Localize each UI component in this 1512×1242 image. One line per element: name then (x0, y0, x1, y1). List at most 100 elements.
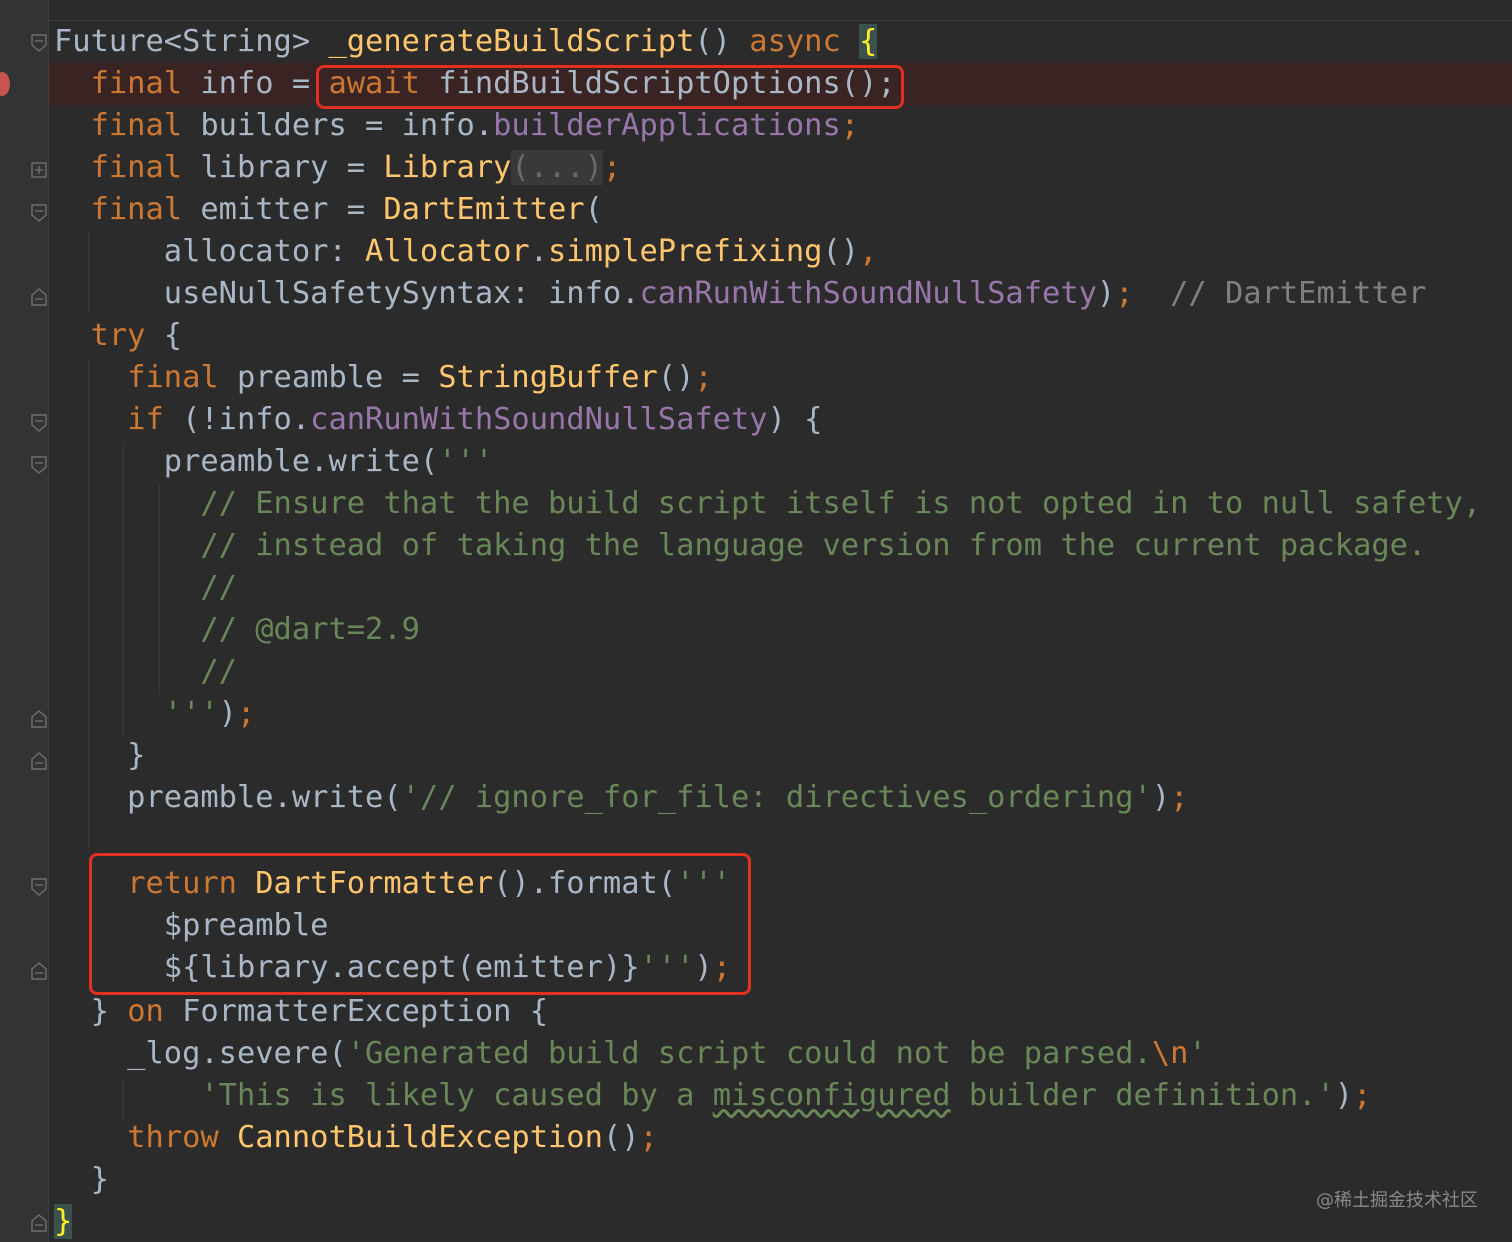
code-token: throw (127, 1120, 219, 1155)
code-token: ; (602, 150, 622, 185)
fold-open-icon[interactable] (31, 414, 47, 432)
code-line[interactable]: final emitter = DartEmitter( (54, 190, 603, 230)
code-token: ) (1151, 780, 1171, 815)
editor-top-strip (0, 0, 1512, 21)
code-token: try (90, 318, 146, 353)
code-token: builderApplications (493, 108, 841, 143)
fold-open-icon[interactable] (31, 456, 47, 474)
code-token: () (694, 24, 750, 59)
spelling-warning[interactable]: misconfigured (713, 1078, 951, 1113)
code-string: // @dart=2.9 (54, 612, 420, 647)
code-line[interactable]: '''); (54, 694, 255, 734)
fold-close-icon[interactable] (31, 752, 47, 770)
code-string: ''' (438, 444, 494, 479)
code-token: builders = info. (182, 108, 494, 143)
code-line[interactable]: try { (54, 316, 182, 356)
code-token: { (145, 318, 183, 353)
code-token: canRunWithSoundNullSafety (639, 276, 1097, 311)
code-line[interactable]: preamble.write(''' (54, 442, 493, 482)
code-token: library = (182, 150, 384, 185)
code-line[interactable]: 'This is likely caused by a misconfigure… (54, 1076, 1371, 1116)
code-token: } (54, 1162, 109, 1197)
code-token: } (54, 738, 146, 773)
annotation-box (316, 65, 904, 109)
code-token: ; (1170, 780, 1189, 815)
code-editor[interactable]: Future<String> _generateBuildScript() as… (0, 0, 1512, 1242)
code-line[interactable]: final builders = info.builderApplication… (54, 106, 859, 146)
editor-gutter[interactable] (0, 0, 48, 1242)
code-token: } (54, 994, 128, 1029)
code-token: useNullSafetySyntax: info. (54, 276, 640, 311)
code-token: canRunWithSoundNullSafety (310, 402, 768, 437)
code-line[interactable]: _log.severe('Generated build script coul… (54, 1034, 1207, 1074)
code-line[interactable]: final preamble = StringBuffer(); (54, 358, 713, 398)
code-token: final (90, 108, 183, 143)
code-token: (!info. (163, 402, 311, 437)
code-token: ; (1115, 276, 1134, 311)
code-token: ; (694, 360, 713, 395)
code-token: () (602, 1120, 640, 1155)
code-token: ( (584, 192, 603, 227)
code-token: Library (383, 150, 512, 185)
watermark: @稀土掘金技术社区 (1316, 1190, 1478, 1211)
code-token: StringBuffer (438, 360, 658, 395)
code-token: async (749, 24, 841, 59)
code-token: DartEmitter (383, 192, 585, 227)
fold-close-icon[interactable] (31, 1214, 47, 1232)
code-line[interactable]: useNullSafetySyntax: info.canRunWithSoun… (54, 274, 1427, 314)
code-token: final (127, 360, 219, 395)
code-token: Future<String> (54, 24, 329, 59)
code-token: preamble = (218, 360, 439, 395)
code-token: ) { (767, 402, 823, 437)
code-token: ) (1096, 276, 1116, 311)
code-token: simplePrefixing (548, 234, 823, 269)
code-line[interactable]: if (!info.canRunWithSoundNullSafety) { (54, 400, 822, 440)
code-string: ''' (163, 696, 219, 731)
code-line[interactable]: allocator: Allocator.simplePrefixing(), (54, 232, 878, 272)
code-string: // (54, 570, 237, 605)
code-token: _log.severe( (54, 1036, 347, 1071)
code-token: preamble.write( (54, 444, 439, 479)
fold-close-icon[interactable] (31, 288, 47, 306)
fold-open-icon[interactable] (31, 204, 47, 222)
code-line[interactable]: } (54, 736, 145, 776)
fold-close-icon[interactable] (31, 710, 47, 728)
code-line[interactable]: // instead of taking the language versio… (54, 526, 1426, 566)
code-line[interactable]: } (54, 1160, 109, 1200)
code-string: // (54, 654, 237, 689)
code-line[interactable]: // (54, 568, 237, 608)
code-line[interactable]: } (54, 1202, 73, 1242)
fold-open-icon[interactable] (31, 34, 47, 52)
code-line[interactable]: preamble.write('// ignore_for_file: dire… (54, 778, 1188, 818)
fold-close-icon[interactable] (31, 962, 47, 980)
code-line[interactable]: // @dart=2.9 (54, 610, 420, 650)
code-line[interactable]: throw CannotBuildException(); (54, 1118, 658, 1158)
code-token: ; (236, 696, 256, 731)
code-string: 'This is likely caused by a (200, 1078, 713, 1113)
fold-expand-icon[interactable] (31, 162, 47, 180)
code-token: ; (840, 108, 860, 143)
folded-region[interactable]: (...) (511, 150, 603, 185)
code-token: final (90, 66, 183, 101)
code-line[interactable]: Future<String> _generateBuildScript() as… (54, 22, 878, 62)
code-line[interactable]: // Ensure that the build script itself i… (54, 484, 1481, 524)
code-token: () (822, 234, 860, 269)
code-token: allocator: (54, 234, 366, 269)
code-line[interactable]: final library = Library(...); (54, 148, 621, 188)
code-token: ; (1353, 1078, 1372, 1113)
code-line[interactable]: } on FormatterException { (54, 992, 548, 1032)
code-string: builder definition.' (950, 1078, 1335, 1113)
code-line[interactable]: // (54, 652, 237, 692)
code-string: '// ignore_for_file: directives_ordering… (401, 780, 1152, 815)
fold-open-icon[interactable] (31, 878, 47, 896)
